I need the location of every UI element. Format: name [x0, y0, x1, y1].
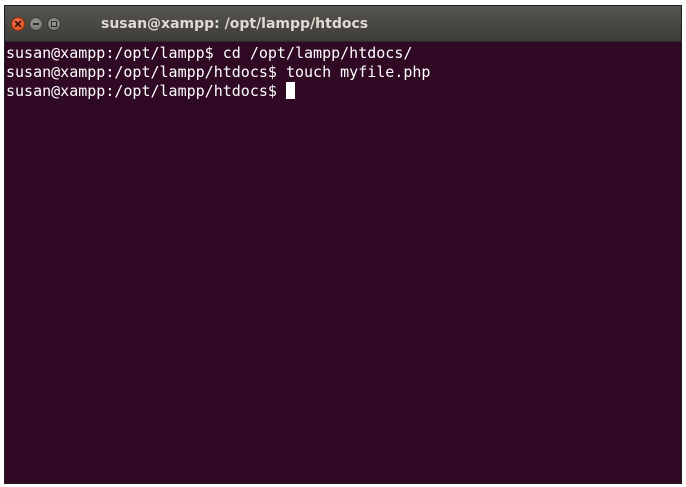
terminal-line: susan@xampp:/opt/lampp/htdocs$ touch myf…	[6, 63, 681, 82]
text-cursor	[285, 82, 295, 99]
terminal-output[interactable]: susan@xampp:/opt/lampp$ cd /opt/lampp/ht…	[5, 43, 681, 483]
window-title: susan@xampp: /opt/lampp/htdocs	[101, 16, 369, 32]
terminal-line-text: susan@xampp:/opt/lampp$ cd /opt/lampp/ht…	[6, 44, 413, 62]
terminal-window: susan@xampp: /opt/lampp/htdocs susan@xam…	[5, 6, 681, 483]
maximize-icon[interactable]	[47, 17, 61, 31]
close-icon[interactable]	[11, 17, 25, 31]
terminal-prompt: susan@xampp:/opt/lampp/htdocs$	[6, 82, 286, 100]
terminal-prompt-line[interactable]: susan@xampp:/opt/lampp/htdocs$	[6, 82, 681, 101]
terminal-line-text: susan@xampp:/opt/lampp/htdocs$ touch myf…	[6, 63, 431, 81]
minimize-icon[interactable]	[29, 17, 43, 31]
terminal-line: susan@xampp:/opt/lampp$ cd /opt/lampp/ht…	[6, 44, 681, 63]
title-bar[interactable]: susan@xampp: /opt/lampp/htdocs	[5, 6, 681, 42]
